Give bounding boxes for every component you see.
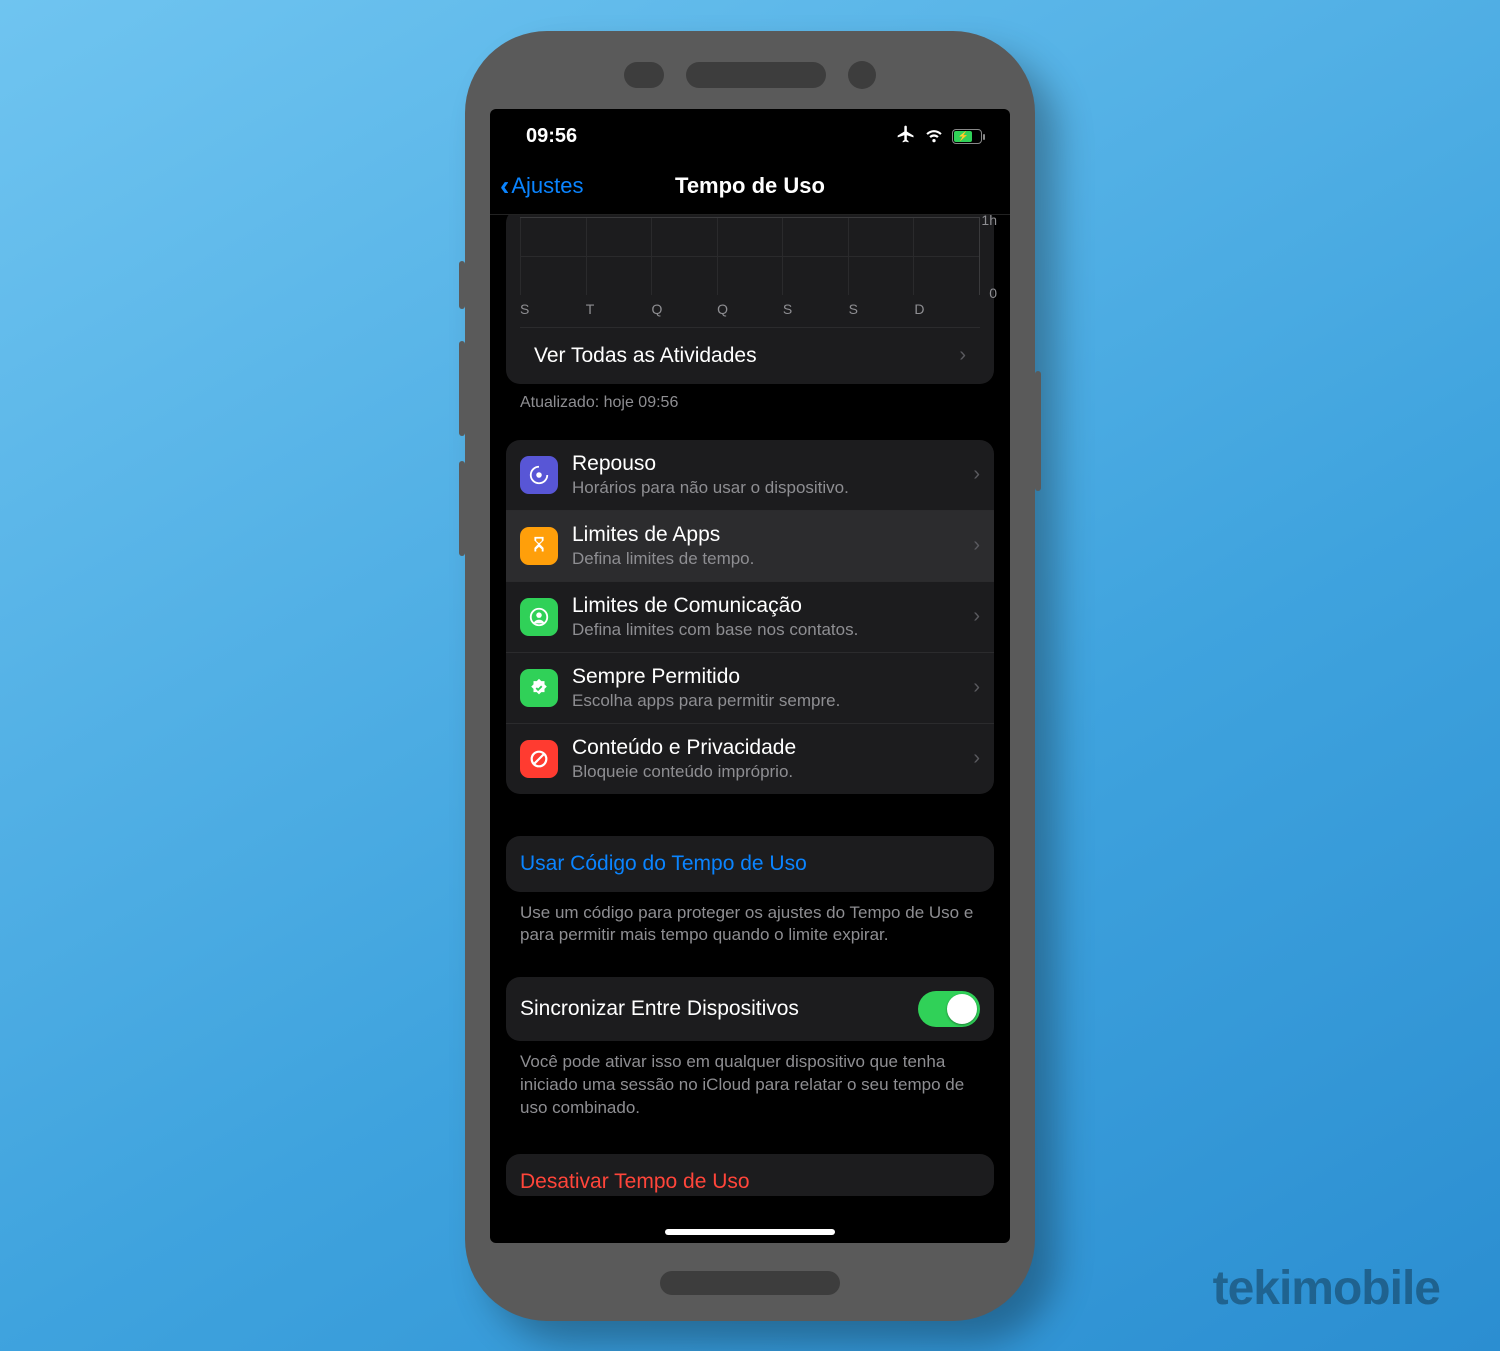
screen: 09:56 ⚡ ‹ Ajustes Tempo de Uso [490, 109, 1010, 1243]
wifi-icon [924, 124, 944, 150]
side-button [459, 341, 465, 436]
home-indicator[interactable] [665, 1229, 835, 1235]
share-toggle[interactable] [918, 991, 980, 1027]
cell-app-limits[interactable]: Limites de Apps Defina limites de tempo.… [506, 510, 994, 581]
watermark: tekimobile [1213, 1261, 1440, 1316]
airplane-icon [896, 124, 916, 150]
chart-xtick: T [586, 301, 652, 317]
back-label: Ajustes [511, 173, 583, 199]
settings-group: Repouso Horários para não usar o disposi… [506, 440, 994, 794]
person-icon [520, 598, 558, 636]
chevron-right-icon: › [973, 534, 980, 557]
passcode-help: Use um código para proteger os ajustes d… [506, 892, 994, 948]
usage-chart: 1h 0 [520, 217, 980, 295]
cell-subtitle: Defina limites de tempo. [572, 549, 959, 569]
page-title: Tempo de Uso [675, 173, 825, 199]
notch [624, 61, 876, 89]
chevron-right-icon: › [973, 463, 980, 486]
chevron-right-icon: › [973, 676, 980, 699]
cell-subtitle: Defina limites com base nos contatos. [572, 620, 959, 640]
passcode-group: Usar Código do Tempo de Uso [506, 836, 994, 892]
cell-title: Limites de Apps [572, 523, 959, 547]
cell-downtime[interactable]: Repouso Horários para não usar o disposi… [506, 440, 994, 510]
hourglass-icon [520, 527, 558, 565]
moon-icon [520, 456, 558, 494]
bottom-speaker [660, 1271, 840, 1295]
back-button[interactable]: ‹ Ajustes [500, 172, 583, 200]
see-all-activity-row[interactable]: Ver Todas as Atividades › [520, 327, 980, 384]
cell-always-allowed[interactable]: Sempre Permitido Escolha apps para permi… [506, 652, 994, 723]
cell-subtitle: Bloqueie conteúdo impróprio. [572, 762, 959, 782]
see-all-activity-label: Ver Todas as Atividades [534, 344, 757, 368]
status-bar: 09:56 ⚡ [490, 109, 1010, 159]
cell-subtitle: Escolha apps para permitir sempre. [572, 691, 959, 711]
content: 1h 0 S T Q Q S S D Ver Todas as Atividad… [490, 215, 1010, 1243]
chevron-right-icon: › [973, 605, 980, 628]
side-button [459, 461, 465, 556]
usage-chart-card: 1h 0 S T Q Q S S D Ver Todas as Atividad… [506, 215, 994, 384]
cell-title: Limites de Comunicação [572, 594, 959, 618]
no-sign-icon [520, 740, 558, 778]
share-help: Você pode ativar isso em qualquer dispos… [506, 1041, 994, 1120]
side-button [1035, 371, 1041, 491]
chevron-left-icon: ‹ [500, 172, 509, 200]
status-time: 09:56 [526, 125, 577, 148]
last-updated: Atualizado: hoje 09:56 [506, 384, 994, 412]
navbar: ‹ Ajustes Tempo de Uso [490, 159, 1010, 215]
chart-xtick: S [849, 301, 915, 317]
chevron-right-icon: › [959, 344, 966, 367]
chart-xaxis: S T Q Q S S D [520, 295, 980, 327]
share-label: Sincronizar Entre Dispositivos [520, 997, 799, 1021]
cell-title: Conteúdo e Privacidade [572, 736, 959, 760]
chart-xtick: S [520, 301, 586, 317]
chart-xtick: S [783, 301, 849, 317]
share-across-devices-row: Sincronizar Entre Dispositivos [506, 977, 994, 1041]
battery-icon: ⚡ [952, 129, 982, 144]
chart-xtick: Q [717, 301, 783, 317]
side-button [459, 261, 465, 309]
cell-title: Repouso [572, 452, 959, 476]
checkmark-seal-icon [520, 669, 558, 707]
cell-content-privacy[interactable]: Conteúdo e Privacidade Bloqueie conteúdo… [506, 723, 994, 794]
use-passcode-link[interactable]: Usar Código do Tempo de Uso [506, 836, 994, 892]
phone-frame: 09:56 ⚡ ‹ Ajustes Tempo de Uso [465, 31, 1035, 1321]
cell-subtitle: Horários para não usar o dispositivo. [572, 478, 959, 498]
chart-xtick: Q [651, 301, 717, 317]
chart-xtick: D [914, 301, 980, 317]
disable-row[interactable]: Desativar Tempo de Uso [506, 1154, 994, 1196]
chevron-right-icon: › [973, 747, 980, 770]
chart-ytick: 1h [981, 215, 997, 228]
chart-ytick: 0 [989, 285, 997, 301]
disable-label: Desativar Tempo de Uso [520, 1170, 750, 1193]
cell-title: Sempre Permitido [572, 665, 959, 689]
cell-comm-limits[interactable]: Limites de Comunicação Defina limites co… [506, 581, 994, 652]
